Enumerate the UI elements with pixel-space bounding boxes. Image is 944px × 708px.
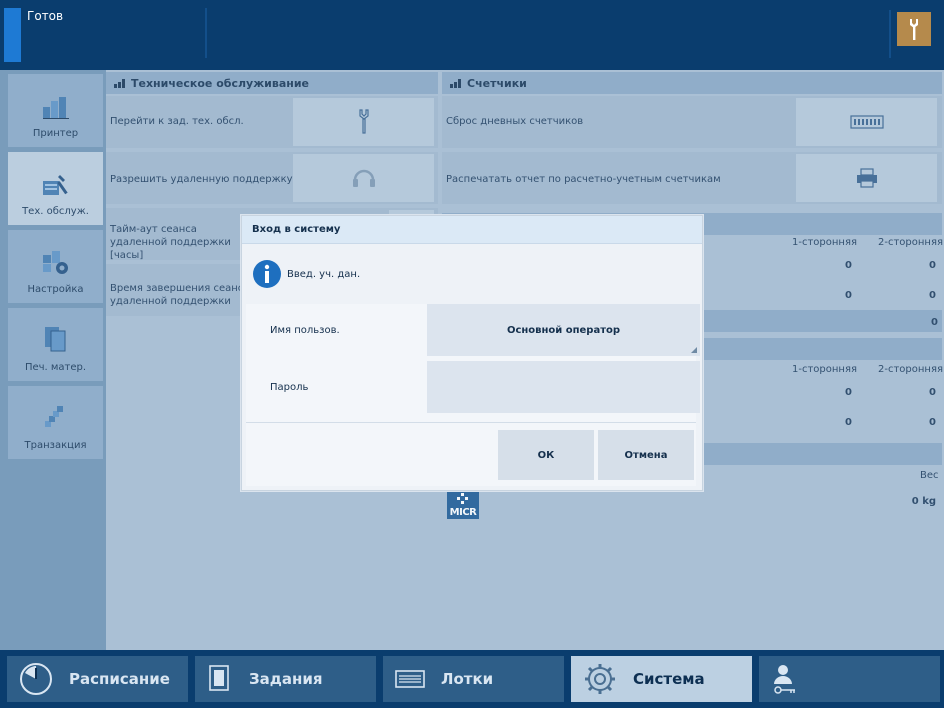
jobs-icon	[209, 665, 229, 691]
printer-status-text: Готов	[27, 9, 64, 23]
username-value: Основной оператор	[506, 324, 621, 336]
trays-icon	[395, 670, 425, 688]
dropdown-corner-icon	[691, 347, 697, 353]
tab-label: Расписание	[69, 670, 170, 688]
dialog-message: Введ. уч. дан.	[287, 269, 361, 280]
gear-icon	[585, 664, 615, 694]
tab-label: Задания	[249, 670, 323, 688]
username-select[interactable]: Основной оператор	[427, 304, 700, 356]
clock-icon	[20, 663, 52, 695]
tab-schedule[interactable]: Расписание	[7, 656, 188, 702]
tab-user-login[interactable]	[759, 656, 940, 702]
tab-label: Система	[633, 670, 705, 688]
tab-system[interactable]: Система	[571, 656, 752, 702]
tab-label: Лотки	[441, 670, 494, 688]
password-label: Пароль	[250, 361, 427, 413]
tab-trays[interactable]: Лотки	[383, 656, 564, 702]
maintenance-button[interactable]	[897, 12, 931, 46]
wrench-icon	[910, 19, 918, 40]
ok-button[interactable]: ОК	[498, 430, 594, 480]
dialog-divider	[246, 422, 696, 423]
header-divider	[205, 8, 207, 58]
username-label: Имя пользов.	[250, 304, 427, 356]
password-input[interactable]	[427, 361, 700, 413]
info-icon	[253, 260, 281, 288]
cancel-button[interactable]: Отмена	[598, 430, 694, 480]
dialog-title: Вход в систему	[242, 216, 702, 244]
tab-jobs[interactable]: Задания	[195, 656, 376, 702]
user-key-icon	[774, 665, 795, 694]
login-dialog: Вход в систему Введ. уч. дан. Имя пользо…	[241, 215, 703, 491]
status-indicator	[4, 8, 21, 62]
top-bar: Готов	[0, 0, 944, 70]
header-divider-right	[889, 10, 891, 58]
bottom-navigation: Расписание Задания Лотки Система	[0, 650, 944, 708]
